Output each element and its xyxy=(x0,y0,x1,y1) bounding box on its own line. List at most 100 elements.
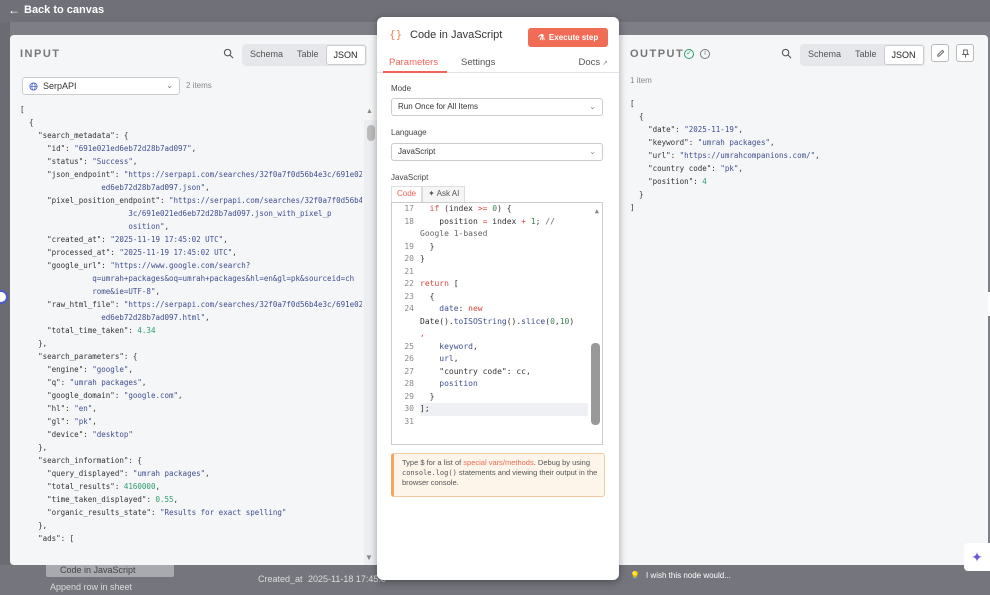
json-string: ed6eb72d28b7ad097.json" xyxy=(101,183,206,192)
line-number: 25 xyxy=(404,341,414,351)
info-icon[interactable]: i xyxy=(700,49,710,59)
json-string: "https://serpapi.com/searches/32f0a7f0d5… xyxy=(123,170,362,179)
input-source-select[interactable]: SerpAPI ⌄ xyxy=(22,77,180,95)
ai-assistant-button[interactable]: ✦ xyxy=(964,543,990,571)
json-key: "search_metadata" xyxy=(38,131,115,140)
scroll-up-icon[interactable]: ▲ xyxy=(366,108,373,115)
feedback-bar[interactable]: 💡 I wish this node would... xyxy=(618,565,964,585)
console-log-code: console.log() xyxy=(402,469,457,477)
input-scroll-thumb[interactable] xyxy=(367,125,375,141)
json-key: "hl" xyxy=(47,404,66,413)
json-key: "google_domain" xyxy=(47,391,115,400)
input-tab-table[interactable]: Table xyxy=(290,45,326,65)
input-view-tabs: Schema Table JSON xyxy=(242,44,367,66)
json-string: "https://serpapi.com/searches/32f0a7f0d5… xyxy=(169,196,362,205)
mode-label: Mode xyxy=(391,84,412,93)
json-line: "search_metadata": { xyxy=(38,131,129,140)
json-string: "umrah packages" xyxy=(132,469,206,478)
input-items-count: 2 items xyxy=(186,81,212,90)
output-tab-json[interactable]: JSON xyxy=(883,45,924,65)
json-line: "query_displayed": "umrah packages", xyxy=(47,469,210,478)
input-tab-schema[interactable]: Schema xyxy=(243,45,290,65)
input-json-view[interactable]: [ { "search_metadata": { "id": "691e021e… xyxy=(20,103,362,565)
edit-output-button[interactable] xyxy=(931,44,949,62)
input-tab-json[interactable]: JSON xyxy=(325,45,366,65)
back-to-canvas-link[interactable]: ← Back to canvas xyxy=(8,3,104,17)
json-string: "Success" xyxy=(92,157,133,166)
code-braces-icon: {} xyxy=(389,28,403,41)
json-line: "ads": [ xyxy=(38,534,75,543)
json-line: "raw_html_file": "https://serpapi.com/se… xyxy=(20,298,362,311)
json-string: "umrah packages" xyxy=(69,378,142,387)
json-key: "pixel_position_endpoint" xyxy=(47,196,160,205)
json-line: "gl": "pk", xyxy=(47,417,97,426)
search-icon[interactable] xyxy=(781,48,792,59)
json-line: q=umrah+packages&oq=umrah+packages&hl=en… xyxy=(20,272,362,285)
json-number: 4160000 xyxy=(123,482,156,491)
input-scrollbar[interactable]: ▲ ▼ xyxy=(364,108,378,565)
pin-icon xyxy=(961,48,969,58)
output-items-count: 1 item xyxy=(630,76,652,85)
json-line: }, xyxy=(38,443,48,452)
editor-scroll-thumb[interactable] xyxy=(591,343,600,425)
json-string: "691e021ed6eb72d28b7ad097" xyxy=(74,144,192,153)
input-panel: INPUT Schema Table JSON SerpAPI ⌄ 2 item… xyxy=(10,35,380,565)
json-line: "total_results": 4160000, xyxy=(47,482,160,491)
line-number: 28 xyxy=(404,379,414,388)
hint-callout: Type $ for a list of special vars/method… xyxy=(391,453,605,497)
editor-tab-ask-ai[interactable]: ✦ Ask AI xyxy=(422,186,466,202)
json-line: "google_url": "https://www.google.com/se… xyxy=(47,261,251,270)
scroll-down-icon[interactable]: ▼ xyxy=(365,553,373,562)
output-tab-table[interactable]: Table xyxy=(848,45,884,65)
json-line: "pixel_position_endpoint": "https://serp… xyxy=(20,194,362,207)
json-key: "processed_at" xyxy=(47,248,111,257)
line-number: 31 xyxy=(404,416,414,426)
canvas-left-strip xyxy=(0,22,10,595)
tab-parameters[interactable]: Parameters xyxy=(389,57,438,68)
hint-text-mid: . Debug by using xyxy=(533,458,591,467)
json-line: "processed_at": "2025-11-19 17:45:02 UTC… xyxy=(47,248,237,257)
json-string: "https://www.google.com/search? xyxy=(110,261,251,270)
json-line: "time_taken_displayed": 0.55, xyxy=(47,495,179,504)
json-string: rome&ie=UTF-8" xyxy=(92,287,156,296)
input-source-label: SerpAPI xyxy=(43,81,77,91)
canvas-row-label: Created_at xyxy=(258,574,303,584)
special-vars-link[interactable]: special vars/methods xyxy=(463,458,533,467)
json-key: "gl" xyxy=(47,417,66,426)
sparkle-icon: ✦ xyxy=(428,189,435,198)
output-tab-schema[interactable]: Schema xyxy=(801,45,848,65)
json-key: "device" xyxy=(47,430,84,439)
language-value: JavaScript xyxy=(398,147,436,156)
json-key: "query_displayed" xyxy=(47,469,124,478)
canvas-node-code: Code in JavaScript xyxy=(46,563,174,577)
json-key: "engine" xyxy=(47,365,84,374)
editor-tabs: Code ✦ Ask AI xyxy=(391,186,466,202)
editor-tab-code[interactable]: Code xyxy=(391,186,423,202)
tab-settings[interactable]: Settings xyxy=(461,57,495,68)
json-key: "q" xyxy=(47,378,61,387)
json-key: "status" xyxy=(47,157,84,166)
json-string: "Results for exact spelling" xyxy=(159,508,287,517)
execute-step-button[interactable]: ⚗ Execute step xyxy=(528,28,608,47)
json-line: }, xyxy=(38,339,48,348)
json-line: "device": "desktop" xyxy=(47,430,133,439)
output-json-view[interactable]: [ { "date": "2025-11-19", "keyword": "um… xyxy=(630,97,820,214)
mode-value: Run Once for All Items xyxy=(398,102,479,111)
line-number-gutter: 17 18 19 20 21 22 23 24 25 26 27 28 29 30 31 xyxy=(392,203,414,444)
docs-link[interactable]: Docs ↗ xyxy=(578,57,608,68)
code-title[interactable]: Code in JavaScript xyxy=(410,29,502,41)
output-country-value: "pk" xyxy=(720,164,739,173)
canvas-node-append: Append row in sheet xyxy=(50,582,133,592)
search-icon[interactable] xyxy=(223,48,234,59)
language-select[interactable]: JavaScript ⌄ xyxy=(391,143,603,161)
json-key: "search_parameters" xyxy=(38,352,124,361)
flask-icon: ⚗ xyxy=(537,33,545,42)
mode-select[interactable]: Run Once for All Items ⌄ xyxy=(391,98,603,116)
pin-output-button[interactable] xyxy=(956,44,974,62)
code-editor[interactable]: 17 18 19 20 21 22 23 24 25 26 27 28 29 30 31 if (ind… xyxy=(391,202,603,445)
success-check-icon: ✓ xyxy=(684,49,694,59)
json-line: ed6eb72d28b7ad097.json", xyxy=(101,183,210,192)
scroll-up-icon[interactable]: ▲ xyxy=(595,205,599,218)
code-lines[interactable]: if (index >= 0) { position = index + 1; … xyxy=(420,203,588,428)
execute-step-label: Execute step xyxy=(548,33,599,42)
